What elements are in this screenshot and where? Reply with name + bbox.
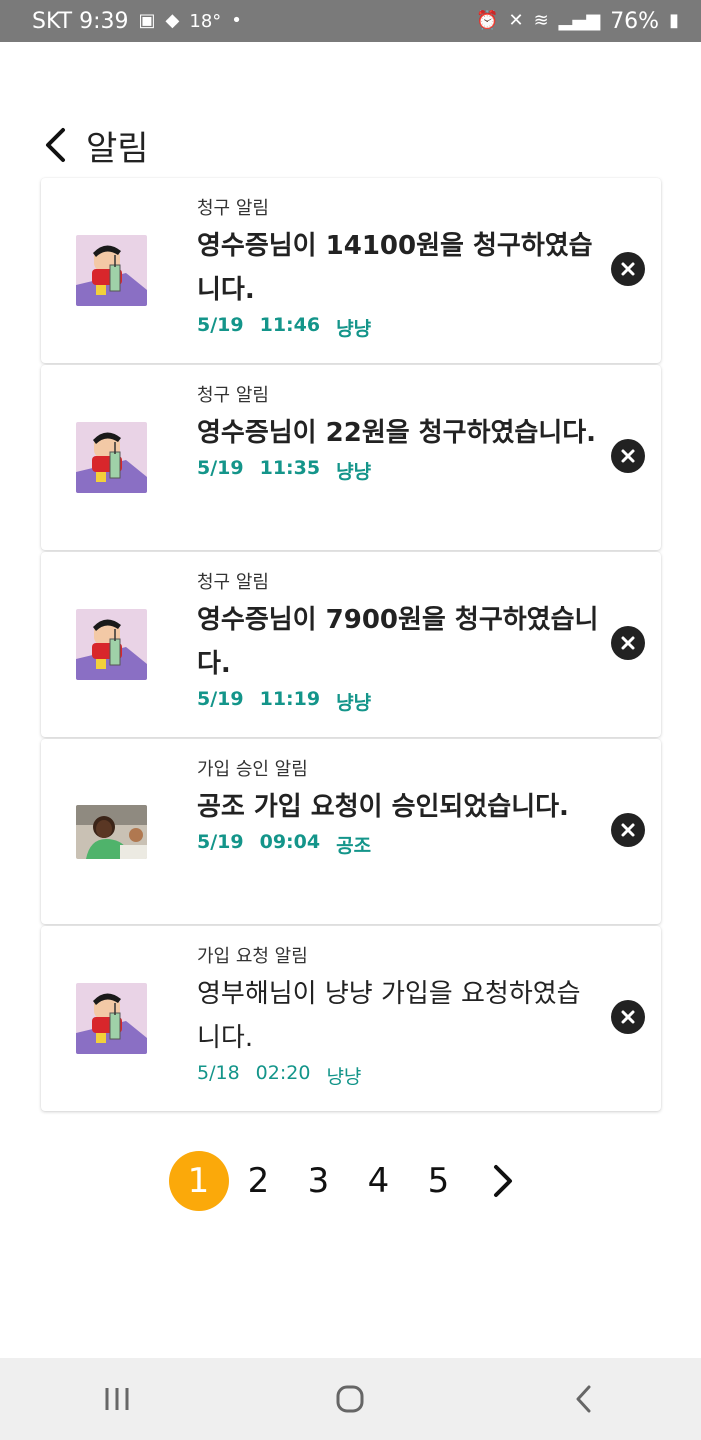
notification-date: 5/19	[197, 688, 244, 710]
header: 알림	[0, 110, 701, 180]
close-icon	[621, 262, 635, 276]
dismiss-button[interactable]	[611, 1000, 645, 1034]
notification-time: 11:46	[259, 314, 321, 336]
dismiss-button[interactable]	[611, 439, 645, 473]
gallery-icon: ▣	[138, 10, 156, 31]
notification-time: 11:35	[259, 457, 321, 479]
status-bar: SKT 9:39 ▣ ◆ 18° • ⏰ ✕ ≋ ▂▄▆ 76% ▮	[0, 0, 701, 42]
next-page-button[interactable]	[473, 1151, 533, 1211]
home-icon	[336, 1385, 364, 1413]
notification-type: 가입 요청 알림	[197, 946, 308, 967]
notification-message: 영수증님이 22원을 청구하였습니다.	[197, 418, 597, 448]
notification-group: 냥냥	[336, 692, 372, 714]
notification-group: 냥냥	[326, 1066, 362, 1088]
notification-type: 가입 승인 알림	[197, 759, 308, 780]
pagination: 1 2 3 4 5	[0, 1150, 701, 1212]
avatar	[76, 983, 147, 1054]
notification-card[interactable]: 가입 승인 알림 공조 가입 요청이 승인되었습니다. 5/19 09:04 공…	[41, 739, 661, 924]
avatar	[76, 235, 147, 306]
battery-icon: ▮	[669, 10, 679, 31]
notification-group: 냥냥	[336, 318, 372, 340]
notification-card[interactable]: 청구 알림 영수증님이 22원을 청구하였습니다. 5/19 11:35 냥냥	[41, 365, 661, 550]
notification-message: 영수증님이 7900원을 청구하였습니다.	[197, 605, 599, 679]
page-3-button[interactable]: 3	[289, 1151, 349, 1211]
dismiss-button[interactable]	[611, 813, 645, 847]
notification-message: 공조 가입 요청이 승인되었습니다.	[197, 792, 569, 822]
recent-apps-icon	[105, 1388, 129, 1410]
home-button[interactable]	[310, 1369, 390, 1429]
back-button[interactable]	[36, 125, 76, 165]
notification-group: 냥냥	[336, 461, 372, 483]
signal-icon: ▂▄▆	[558, 10, 601, 31]
close-icon	[621, 449, 635, 463]
avatar	[76, 422, 147, 493]
temperature: 18°	[189, 10, 222, 32]
wifi-icon: ≋	[533, 10, 549, 31]
close-icon	[621, 823, 635, 837]
notification-message: 영수증님이 14100원을 청구하였습니다.	[197, 231, 593, 305]
notification-date: 5/19	[197, 831, 244, 853]
notification-card[interactable]: 청구 알림 영수증님이 14100원을 청구하였습니다. 5/19 11:46 …	[41, 178, 661, 363]
close-icon	[621, 1010, 635, 1024]
notification-date: 5/19	[197, 457, 244, 479]
pill-icon: ◆	[165, 10, 180, 31]
close-icon	[621, 636, 635, 650]
system-back-button[interactable]	[544, 1369, 624, 1429]
notification-message: 영부해님이 냥냥 가입을 요청하였습니다.	[197, 979, 581, 1053]
notification-card[interactable]: 청구 알림 영수증님이 7900원을 청구하였습니다. 5/19 11:19 냥…	[41, 552, 661, 737]
recent-apps-button[interactable]	[77, 1369, 157, 1429]
mute-icon: ✕	[508, 10, 524, 31]
chevron-left-icon	[46, 128, 65, 162]
avatar	[76, 609, 147, 680]
notification-card[interactable]: 가입 요청 알림 영부해님이 냥냥 가입을 요청하였습니다. 5/18 02:2…	[41, 926, 661, 1111]
notification-time: 09:04	[259, 831, 321, 853]
battery-percent: 76%	[610, 8, 660, 34]
notification-time: 02:20	[255, 1062, 311, 1084]
back-arrow-icon	[576, 1385, 591, 1413]
dot-icon: •	[231, 10, 242, 31]
notification-group: 공조	[336, 835, 372, 857]
carrier-time: SKT 9:39	[32, 8, 129, 34]
dismiss-button[interactable]	[611, 252, 645, 286]
notification-time: 11:19	[259, 688, 321, 710]
notification-list: 청구 알림 영수증님이 14100원을 청구하였습니다. 5/19 11:46 …	[41, 178, 661, 1113]
notification-type: 청구 알림	[197, 198, 269, 219]
system-nav-bar	[0, 1358, 701, 1440]
page-1-button[interactable]: 1	[168, 1151, 229, 1211]
page-2-button[interactable]: 2	[229, 1151, 289, 1211]
notification-type: 청구 알림	[197, 385, 269, 406]
alarm-icon: ⏰	[476, 10, 499, 31]
notification-date: 5/18	[197, 1062, 240, 1084]
page-4-button[interactable]: 4	[349, 1151, 409, 1211]
page-5-button[interactable]: 5	[409, 1151, 469, 1211]
notification-date: 5/19	[197, 314, 244, 336]
notification-type: 청구 알림	[197, 572, 269, 593]
dismiss-button[interactable]	[611, 626, 645, 660]
chevron-right-icon	[493, 1165, 512, 1197]
avatar	[76, 805, 147, 859]
page-title: 알림	[86, 128, 149, 169]
